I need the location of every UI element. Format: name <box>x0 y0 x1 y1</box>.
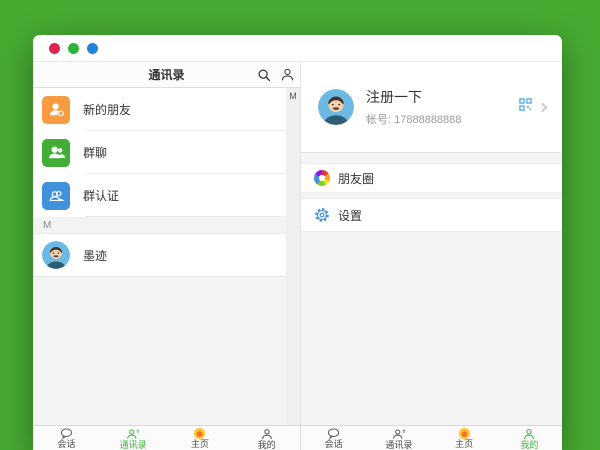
tab-label: 主页 <box>455 440 473 449</box>
profile-card[interactable]: 注册一下 帐号: 17888888888 <box>301 62 562 153</box>
contacts-list: 新的朋友 群聊 群认证 <box>33 88 286 425</box>
contacts-header-actions <box>257 62 295 87</box>
profile-name: 注册一下 <box>366 87 507 107</box>
minimize-button[interactable] <box>68 43 79 54</box>
window-titlebar <box>33 35 562 62</box>
search-icon[interactable] <box>257 68 271 82</box>
contacts-list-wrap: 新的朋友 群聊 群认证 <box>33 88 300 425</box>
menu-item-label: 朋友圈 <box>338 170 374 187</box>
person-icon <box>261 428 273 440</box>
menu-item-moments[interactable]: 朋友圈 <box>301 163 562 193</box>
desktop-background: 通讯录 <box>0 0 600 450</box>
contacts-title: 通讯录 <box>148 66 184 83</box>
tab-left-me[interactable]: 我的 <box>233 426 300 450</box>
close-button[interactable] <box>49 43 60 54</box>
list-item-label: 群聊 <box>83 144 107 161</box>
contacts-panel: 通讯录 <box>33 62 300 425</box>
contacts-header: 通讯录 <box>33 62 300 88</box>
tab-right-chats[interactable]: 会话 <box>301 426 366 450</box>
home-sun-icon <box>459 428 470 439</box>
new-friends-icon <box>42 96 70 124</box>
contact-avatar <box>42 241 70 269</box>
me-panel: 注册一下 帐号: 17888888888 朋友圈 <box>300 62 562 425</box>
contacts-book-icon <box>392 428 406 440</box>
tab-label: 会话 <box>57 440 75 449</box>
home-sun-icon <box>194 428 205 439</box>
list-item-label: 群认证 <box>83 187 119 204</box>
contact-name: 墨迹 <box>83 247 107 264</box>
chat-bubble-icon <box>327 428 340 439</box>
profile-card-actions <box>519 98 546 116</box>
profile-account: 帐号: 17888888888 <box>366 111 507 127</box>
menu-item-settings[interactable]: 设置 <box>301 198 562 232</box>
tab-left-chats[interactable]: 会话 <box>33 426 100 450</box>
group-verify-icon <box>42 182 70 210</box>
section-header-m: M <box>33 217 286 234</box>
window-content: 通讯录 <box>33 62 562 425</box>
list-item-group-verify[interactable]: 群认证 <box>33 174 286 217</box>
list-item-new-friends[interactable]: 新的朋友 <box>33 88 286 131</box>
bottom-tabbar: 会话 通讯录 主页 我的 <box>33 425 562 450</box>
tabbar-right-panel: 会话 通讯录 主页 我的 <box>300 426 562 450</box>
profile-text: 注册一下 帐号: 17888888888 <box>366 87 507 127</box>
settings-gear-icon <box>314 207 330 223</box>
index-letter[interactable]: M <box>289 91 297 101</box>
tab-label: 通讯录 <box>120 441 147 450</box>
qr-code-icon[interactable] <box>519 98 532 116</box>
tab-right-contacts[interactable]: 通讯录 <box>366 426 431 450</box>
list-item-label: 新的朋友 <box>83 101 131 118</box>
moments-icon <box>314 170 330 186</box>
chat-bubble-icon <box>60 428 73 439</box>
person-icon <box>523 428 535 440</box>
menu-item-label: 设置 <box>338 207 362 224</box>
tabbar-left-panel: 会话 通讯录 主页 我的 <box>33 426 300 450</box>
tab-label: 主页 <box>191 440 209 449</box>
add-contact-icon[interactable] <box>280 67 295 82</box>
tab-label: 我的 <box>520 441 538 450</box>
app-window: 通讯录 <box>33 35 562 450</box>
tab-right-me[interactable]: 我的 <box>497 426 562 450</box>
tab-left-home[interactable]: 主页 <box>167 426 234 450</box>
list-item-contact-moji[interactable]: 墨迹 <box>33 234 286 277</box>
maximize-button[interactable] <box>87 43 98 54</box>
tab-right-home[interactable]: 主页 <box>432 426 497 450</box>
contacts-book-icon <box>126 428 140 440</box>
tab-label: 我的 <box>258 441 276 450</box>
group-chat-icon <box>42 139 70 167</box>
tab-label: 通讯录 <box>385 441 412 450</box>
tab-label: 会话 <box>325 440 343 449</box>
profile-avatar <box>318 89 354 125</box>
tab-left-contacts[interactable]: 通讯录 <box>100 426 167 450</box>
list-item-group-chat[interactable]: 群聊 <box>33 131 286 174</box>
alphabet-index-bar[interactable]: M <box>286 88 300 425</box>
chevron-right-icon <box>538 102 548 112</box>
